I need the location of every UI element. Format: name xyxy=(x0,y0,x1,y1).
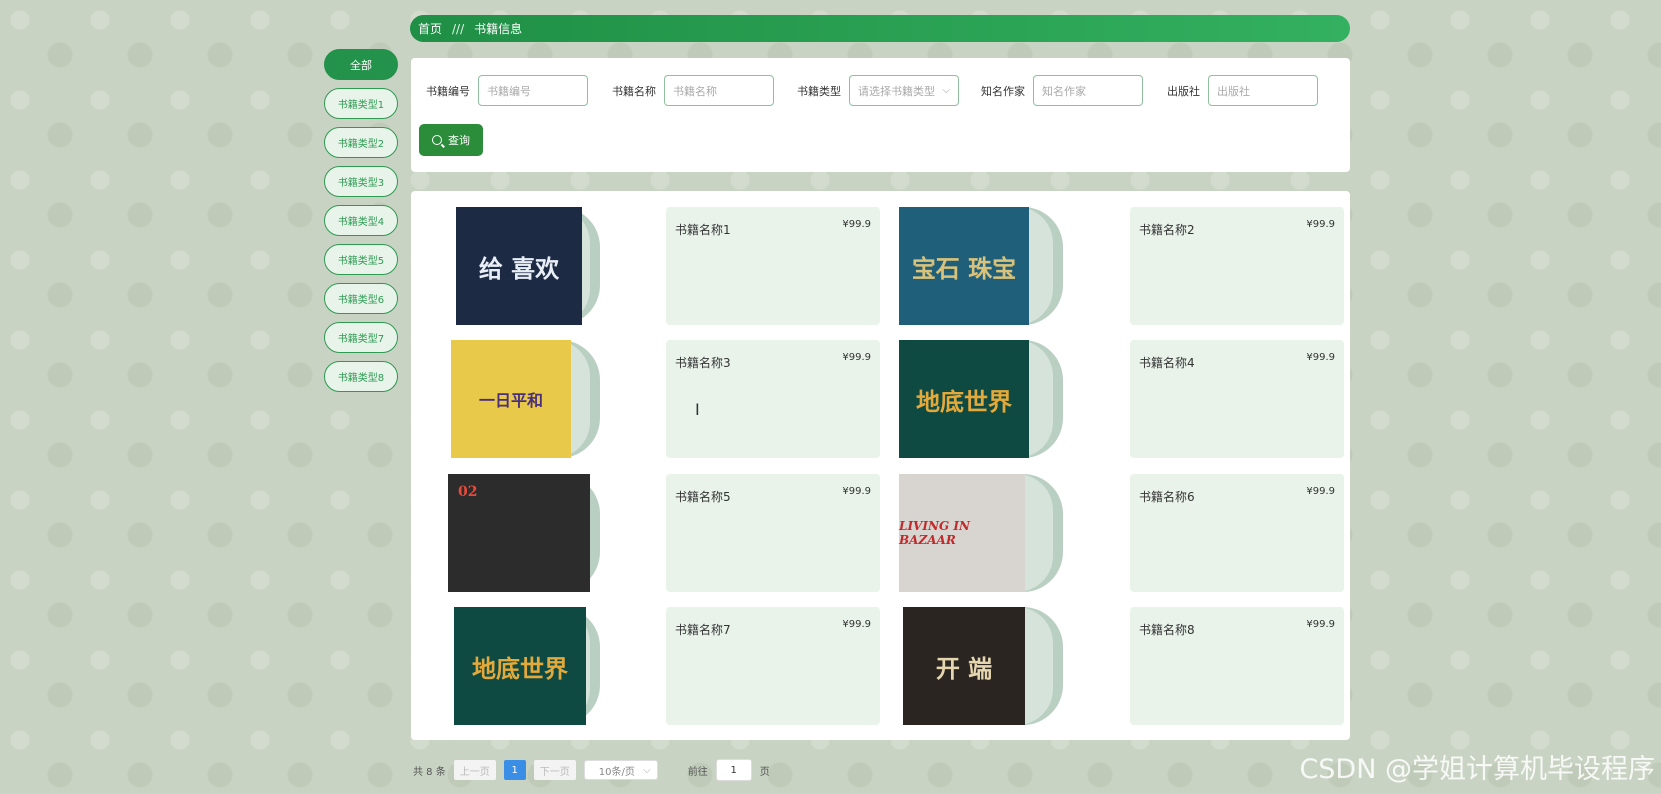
book-info[interactable]: 书籍名称3 ¥99.9 xyxy=(666,340,880,458)
book-type-placeholder: 请选择书籍类型 xyxy=(858,84,935,98)
author-label: 知名作家 xyxy=(981,84,1025,98)
publisher-field: 出版社 出版社 xyxy=(1167,75,1318,106)
breadcrumb: 首页 /// 书籍信息 xyxy=(410,15,1350,42)
category-type-7[interactable]: 书籍类型7 xyxy=(324,322,398,353)
next-page-button[interactable]: 下一页 xyxy=(533,760,576,780)
cover-image: 开 端 xyxy=(903,607,1025,725)
category-type-6[interactable]: 书籍类型6 xyxy=(324,283,398,314)
book-card[interactable]: 宝石 珠宝 书籍名称2 ¥99.9 xyxy=(897,207,1344,325)
book-type-select[interactable]: 请选择书籍类型 ⌵ xyxy=(849,75,959,106)
page-size-select[interactable]: 10条/页 ⌵ xyxy=(583,760,658,780)
book-price: ¥99.9 xyxy=(842,486,871,497)
query-label: 查询 xyxy=(448,134,470,147)
book-price: ¥99.9 xyxy=(842,352,871,363)
book-name: 书籍名称8 xyxy=(1139,623,1195,637)
category-type-1[interactable]: 书籍类型1 xyxy=(324,88,398,119)
book-cover[interactable]: 一日平和 xyxy=(428,340,638,458)
cover-image: 02 xyxy=(448,474,590,592)
cover-image: 给 喜欢 xyxy=(456,207,582,325)
book-info[interactable]: 书籍名称1 ¥99.9 xyxy=(666,207,880,325)
cover-image: 一日平和 xyxy=(451,340,571,458)
category-type-5[interactable]: 书籍类型5 xyxy=(324,244,398,275)
book-name-input[interactable]: 书籍名称 xyxy=(664,75,774,106)
book-info[interactable]: 书籍名称2 ¥99.9 xyxy=(1130,207,1344,325)
book-price: ¥99.9 xyxy=(1306,219,1335,230)
total-count: 共 8 条 xyxy=(413,766,446,778)
book-info[interactable]: 书籍名称4 ¥99.9 xyxy=(1130,340,1344,458)
book-name: 书籍名称5 xyxy=(675,490,731,504)
category-type-4[interactable]: 书籍类型4 xyxy=(324,205,398,236)
book-name: 书籍名称4 xyxy=(1139,356,1195,370)
book-price: ¥99.9 xyxy=(1306,486,1335,497)
book-cover[interactable]: 给 喜欢 xyxy=(428,207,638,325)
book-name: 书籍名称2 xyxy=(1139,223,1195,237)
book-price: ¥99.9 xyxy=(842,219,871,230)
book-card[interactable]: 一日平和 书籍名称3 ¥99.9 xyxy=(428,340,880,458)
book-card[interactable]: 给 喜欢 书籍名称1 ¥99.9 xyxy=(428,207,880,325)
category-type-2[interactable]: 书籍类型2 xyxy=(324,127,398,158)
chevron-down-icon: ⌵ xyxy=(942,85,950,96)
book-price: ¥99.9 xyxy=(842,619,871,630)
page-unit-label: 页 xyxy=(759,766,770,778)
book-name: 书籍名称3 xyxy=(675,356,731,370)
search-panel: 书籍编号 书籍编号 书籍名称 书籍名称 书籍类型 请选择书籍类型 ⌵ 知名作家 … xyxy=(411,58,1350,172)
goto-page-input[interactable]: 1 xyxy=(715,759,752,781)
category-sidebar: 全部 书籍类型1 书籍类型2 书籍类型3 书籍类型4 书籍类型5 书籍类型6 书… xyxy=(324,49,398,400)
book-card[interactable]: 地底世界 书籍名称4 ¥99.9 xyxy=(897,340,1344,458)
book-list: 给 喜欢 书籍名称1 ¥99.9 宝石 珠宝 书籍名称2 ¥99.9 一日平和 … xyxy=(411,191,1350,740)
book-cover[interactable]: 地底世界 xyxy=(897,340,1107,458)
breadcrumb-current: 书籍信息 xyxy=(474,22,523,36)
author-field: 知名作家 知名作家 xyxy=(981,75,1143,106)
chevron-down-icon: ⌵ xyxy=(643,764,651,776)
book-price: ¥99.9 xyxy=(1306,352,1335,363)
query-button[interactable]: 查询 xyxy=(419,124,483,156)
goto-label: 前往 xyxy=(687,766,708,778)
book-info[interactable]: 书籍名称5 ¥99.9 xyxy=(666,474,880,592)
search-icon xyxy=(432,135,442,145)
cover-image: LIVING IN BAZAAR xyxy=(899,474,1025,592)
publisher-label: 出版社 xyxy=(1167,84,1200,98)
book-id-label: 书籍编号 xyxy=(426,84,470,98)
page-size-value: 10条/页 xyxy=(598,766,635,778)
book-type-field: 书籍类型 请选择书籍类型 ⌵ xyxy=(797,75,959,106)
author-input[interactable]: 知名作家 xyxy=(1033,75,1143,106)
page-number-current[interactable]: 1 xyxy=(503,760,526,780)
book-info[interactable]: 书籍名称6 ¥99.9 xyxy=(1130,474,1344,592)
book-id-input[interactable]: 书籍编号 xyxy=(478,75,588,106)
book-id-field: 书籍编号 书籍编号 xyxy=(426,75,588,106)
category-type-8[interactable]: 书籍类型8 xyxy=(324,361,398,392)
book-cover[interactable]: 地底世界 xyxy=(428,607,638,725)
cover-image: 地底世界 xyxy=(454,607,586,725)
prev-page-button[interactable]: 上一页 xyxy=(453,760,496,780)
category-type-3[interactable]: 书籍类型3 xyxy=(324,166,398,197)
book-card[interactable]: LIVING IN BAZAAR 书籍名称6 ¥99.9 xyxy=(897,474,1344,592)
cover-image: 宝石 珠宝 xyxy=(899,207,1029,325)
book-info[interactable]: 书籍名称8 ¥99.9 xyxy=(1130,607,1344,725)
category-all[interactable]: 全部 xyxy=(324,49,398,80)
book-info[interactable]: 书籍名称7 ¥99.9 xyxy=(666,607,880,725)
pagination: 共 8 条 上一页 1 下一页 10条/页 ⌵ 前往 1 页 xyxy=(413,759,770,781)
book-card[interactable]: 开 端 书籍名称8 ¥99.9 xyxy=(897,607,1344,725)
csdn-watermark: CSDN @学姐计算机毕设程序 xyxy=(1299,754,1655,785)
book-cover[interactable]: LIVING IN BAZAAR xyxy=(897,474,1107,592)
book-name-field: 书籍名称 书籍名称 xyxy=(612,75,774,106)
publisher-input[interactable]: 出版社 xyxy=(1208,75,1318,106)
breadcrumb-home[interactable]: 首页 xyxy=(418,20,442,37)
book-name: 书籍名称1 xyxy=(675,223,731,237)
book-name-label: 书籍名称 xyxy=(612,84,656,98)
book-name: 书籍名称7 xyxy=(675,623,731,637)
book-cover[interactable]: 开 端 xyxy=(897,607,1107,725)
book-type-label: 书籍类型 xyxy=(797,84,841,98)
book-price: ¥99.9 xyxy=(1306,619,1335,630)
breadcrumb-separator: /// xyxy=(452,21,465,36)
book-name: 书籍名称6 xyxy=(1139,490,1195,504)
book-card[interactable]: 02 书籍名称5 ¥99.9 xyxy=(428,474,880,592)
book-cover[interactable]: 宝石 珠宝 xyxy=(897,207,1107,325)
book-card[interactable]: 地底世界 书籍名称7 ¥99.9 xyxy=(428,607,880,725)
book-cover[interactable]: 02 xyxy=(428,474,638,592)
cover-image: 地底世界 xyxy=(899,340,1029,458)
text-cursor-icon: I xyxy=(695,400,700,419)
